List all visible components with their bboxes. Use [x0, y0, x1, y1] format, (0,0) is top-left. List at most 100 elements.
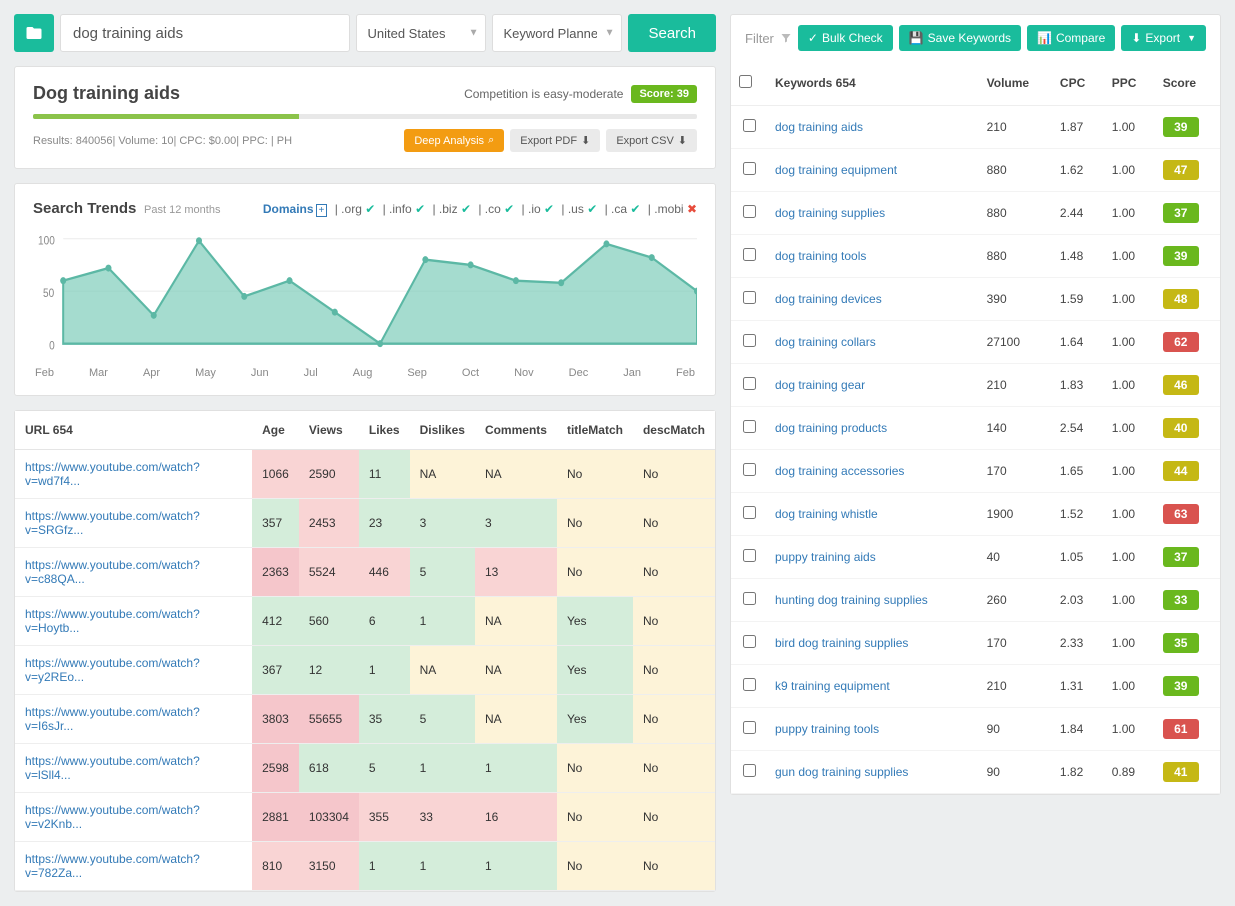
check-icon: ✓	[808, 31, 818, 45]
row-checkbox[interactable]	[743, 635, 756, 648]
row-checkbox[interactable]	[743, 463, 756, 476]
url-row: https://www.youtube.com/watch?v=y2REo...…	[15, 646, 715, 695]
search-bar: ▼ ▼ Search	[14, 14, 716, 52]
url-link[interactable]: https://www.youtube.com/watch?v=lSll4...	[25, 754, 200, 782]
deep-analysis-button[interactable]: Deep Analysis ⌕	[404, 129, 504, 152]
download-icon: ⬇	[678, 134, 687, 147]
url-link[interactable]: https://www.youtube.com/watch?v=v2Knb...	[25, 803, 200, 831]
col-cpc[interactable]: CPC	[1052, 61, 1104, 106]
score-pill: 39	[1163, 246, 1199, 266]
keyword-link[interactable]: dog training accessories	[775, 464, 904, 478]
keywords-table: Keywords 654 Volume CPC PPC Score dog tr…	[731, 61, 1220, 794]
row-checkbox[interactable]	[743, 205, 756, 218]
export-button[interactable]: ⬇ Export▼	[1121, 25, 1206, 51]
keyword-link[interactable]: dog training tools	[775, 249, 866, 263]
url-link[interactable]: https://www.youtube.com/watch?v=SRGfz...	[25, 509, 200, 537]
keyword-link[interactable]: dog training devices	[775, 292, 882, 306]
score-pill: 33	[1163, 590, 1199, 610]
keyword-link[interactable]: dog training supplies	[775, 206, 885, 220]
tld-item: | .ca ✔	[601, 202, 640, 216]
row-checkbox[interactable]	[743, 721, 756, 734]
tool-select[interactable]	[492, 14, 622, 52]
domains-label[interactable]: Domains	[263, 202, 314, 216]
url-link[interactable]: https://www.youtube.com/watch?v=782Za...	[25, 852, 200, 880]
folder-button[interactable]	[14, 14, 54, 52]
search-input[interactable]	[60, 14, 350, 52]
chart-icon: 📊	[1037, 31, 1052, 45]
row-checkbox[interactable]	[743, 291, 756, 304]
url-row: https://www.youtube.com/watch?v=I6sJr...…	[15, 695, 715, 744]
keyword-link[interactable]: dog training collars	[775, 335, 876, 349]
col-ppc[interactable]: PPC	[1104, 61, 1155, 106]
row-checkbox[interactable]	[743, 592, 756, 605]
competition-bar	[33, 114, 697, 119]
search-button[interactable]: Search	[628, 14, 716, 52]
url-link[interactable]: https://www.youtube.com/watch?v=Hoytb...	[25, 607, 200, 635]
score-pill: 46	[1163, 375, 1199, 395]
keyword-row: dog training devices3901.591.0048	[731, 278, 1220, 321]
url-col-header[interactable]: Dislikes	[410, 411, 475, 450]
row-checkbox[interactable]	[743, 162, 756, 175]
keyword-row: dog training collars271001.641.0062	[731, 321, 1220, 364]
keyword-link[interactable]: gun dog training supplies	[775, 765, 908, 779]
bulk-check-button[interactable]: ✓ Bulk Check	[798, 25, 893, 51]
url-link[interactable]: https://www.youtube.com/watch?v=wd7f4...	[25, 460, 200, 488]
url-link[interactable]: https://www.youtube.com/watch?v=y2REo...	[25, 656, 200, 684]
trends-subtitle: Past 12 months	[144, 204, 220, 216]
summary-card: Dog training aids Competition is easy-mo…	[14, 66, 716, 169]
download-icon: ⬇	[581, 134, 590, 147]
row-checkbox[interactable]	[743, 119, 756, 132]
keyword-link[interactable]: puppy training tools	[775, 722, 879, 736]
tld-item: | .co ✔	[475, 202, 514, 216]
keyword-row: dog training gear2101.831.0046	[731, 364, 1220, 407]
select-all-checkbox[interactable]	[739, 75, 752, 88]
row-checkbox[interactable]	[743, 248, 756, 261]
row-checkbox[interactable]	[743, 420, 756, 433]
row-checkbox[interactable]	[743, 334, 756, 347]
url-col-header[interactable]: Views	[299, 411, 359, 450]
keyword-link[interactable]: dog training gear	[775, 378, 865, 392]
folder-open-icon	[25, 24, 43, 42]
tld-item: | .org ✔	[335, 202, 376, 216]
score-pill: 39	[1163, 676, 1199, 696]
row-checkbox[interactable]	[743, 506, 756, 519]
score-pill: 41	[1163, 762, 1199, 782]
save-keywords-button[interactable]: 💾 Save Keywords	[899, 25, 1021, 51]
url-col-header[interactable]: URL 654	[15, 411, 252, 450]
url-link[interactable]: https://www.youtube.com/watch?v=c88QA...	[25, 558, 200, 586]
export-csv-button[interactable]: Export CSV ⬇	[606, 129, 697, 152]
col-keywords[interactable]: Keywords 654	[767, 61, 979, 106]
keyword-link[interactable]: dog training products	[775, 421, 887, 435]
country-select[interactable]	[356, 14, 486, 52]
keyword-link[interactable]: dog training whistle	[775, 507, 878, 521]
row-checkbox[interactable]	[743, 678, 756, 691]
filter-button[interactable]: Filter	[745, 31, 792, 46]
row-checkbox[interactable]	[743, 549, 756, 562]
url-link[interactable]: https://www.youtube.com/watch?v=I6sJr...	[25, 705, 200, 733]
col-volume[interactable]: Volume	[979, 61, 1052, 106]
keyword-row: dog training tools8801.481.0039	[731, 235, 1220, 278]
keyword-link[interactable]: dog training equipment	[775, 163, 897, 177]
url-col-header[interactable]: Comments	[475, 411, 557, 450]
compare-button[interactable]: 📊 Compare	[1027, 25, 1115, 51]
col-score[interactable]: Score	[1155, 61, 1220, 106]
url-col-header[interactable]: titleMatch	[557, 411, 633, 450]
keyword-link[interactable]: dog training aids	[775, 120, 863, 134]
plus-icon[interactable]: +	[316, 204, 328, 217]
keyword-row: puppy training tools901.841.0061	[731, 708, 1220, 751]
competition-text: Competition is easy-moderate	[464, 87, 623, 101]
url-col-header[interactable]: Likes	[359, 411, 410, 450]
keyword-link[interactable]: bird dog training supplies	[775, 636, 908, 650]
score-pill: 62	[1163, 332, 1199, 352]
keyword-link[interactable]: hunting dog training supplies	[775, 593, 928, 607]
score-pill: 47	[1163, 160, 1199, 180]
row-checkbox[interactable]	[743, 377, 756, 390]
score-pill: 39	[1163, 117, 1199, 137]
url-col-header[interactable]: descMatch	[633, 411, 715, 450]
url-col-header[interactable]: Age	[252, 411, 299, 450]
tld-item: | .info ✔	[379, 202, 425, 216]
row-checkbox[interactable]	[743, 764, 756, 777]
export-pdf-button[interactable]: Export PDF ⬇	[510, 129, 600, 152]
keyword-link[interactable]: k9 training equipment	[775, 679, 890, 693]
keyword-link[interactable]: puppy training aids	[775, 550, 876, 564]
